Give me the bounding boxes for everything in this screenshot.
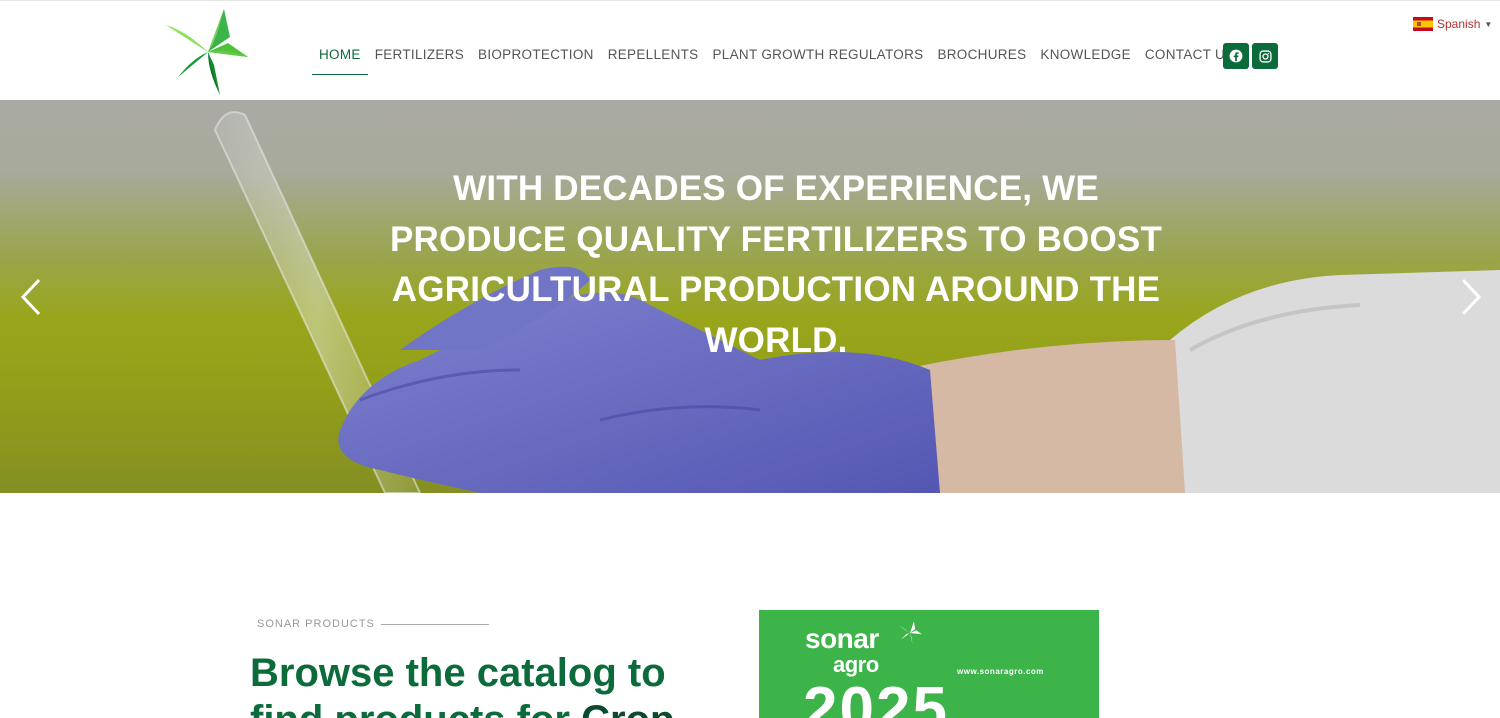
chevron-right-icon[interactable] bbox=[1455, 277, 1485, 317]
chevron-left-icon[interactable] bbox=[17, 277, 47, 317]
eyebrow-label: SONAR PRODUCTS bbox=[257, 618, 375, 630]
nav-brochures[interactable]: BROCHURES bbox=[930, 37, 1033, 75]
section-eyebrow: SONAR PRODUCTS bbox=[257, 618, 489, 630]
nav-home[interactable]: HOME bbox=[312, 37, 368, 75]
facebook-button[interactable] bbox=[1223, 43, 1249, 69]
headline-bold-text: Crop bbox=[581, 698, 674, 718]
leaf-logo-icon bbox=[898, 621, 922, 645]
language-label: Spanish bbox=[1437, 17, 1481, 31]
nav-fertilizers[interactable]: FERTILIZERS bbox=[368, 37, 471, 75]
catalog-cover[interactable]: sonar agro www.sonaragro.com 2025 bbox=[759, 610, 1099, 718]
hero-title: WITH DECADES OF EXPERIENCE, WE PRODUCE Q… bbox=[389, 169, 1163, 360]
hero-slider: WITH DECADES OF EXPERIENCE, WE PRODUCE Q… bbox=[0, 100, 1500, 493]
nav-plant-growth-regulators[interactable]: PLANT GROWTH REGULATORS bbox=[706, 37, 931, 75]
section-headline: Browse the catalog to find products for … bbox=[250, 650, 750, 718]
sonar-logo[interactable] bbox=[158, 7, 258, 97]
caret-down-icon: ▼ bbox=[1484, 19, 1493, 29]
facebook-icon bbox=[1229, 49, 1243, 63]
language-selector[interactable]: Spanish ▼ bbox=[1413, 17, 1492, 31]
catalog-brand: sonar bbox=[805, 623, 879, 654]
main-nav: HOME FERTILIZERS BIOPROTECTION REPELLENT… bbox=[312, 37, 1241, 75]
nav-knowledge[interactable]: KNOWLEDGE bbox=[1033, 37, 1137, 75]
site-header: HOME FERTILIZERS BIOPROTECTION REPELLENT… bbox=[0, 0, 1500, 100]
nav-bioprotection[interactable]: BIOPROTECTION bbox=[471, 37, 601, 75]
divider bbox=[380, 623, 489, 625]
catalog-url: www.sonaragro.com bbox=[957, 667, 1044, 676]
spain-flag-icon bbox=[1413, 17, 1433, 31]
instagram-icon bbox=[1258, 49, 1272, 63]
nav-repellents[interactable]: REPELLENTS bbox=[601, 37, 706, 75]
catalog-year: 2025 bbox=[803, 675, 949, 718]
instagram-button[interactable] bbox=[1252, 43, 1278, 69]
